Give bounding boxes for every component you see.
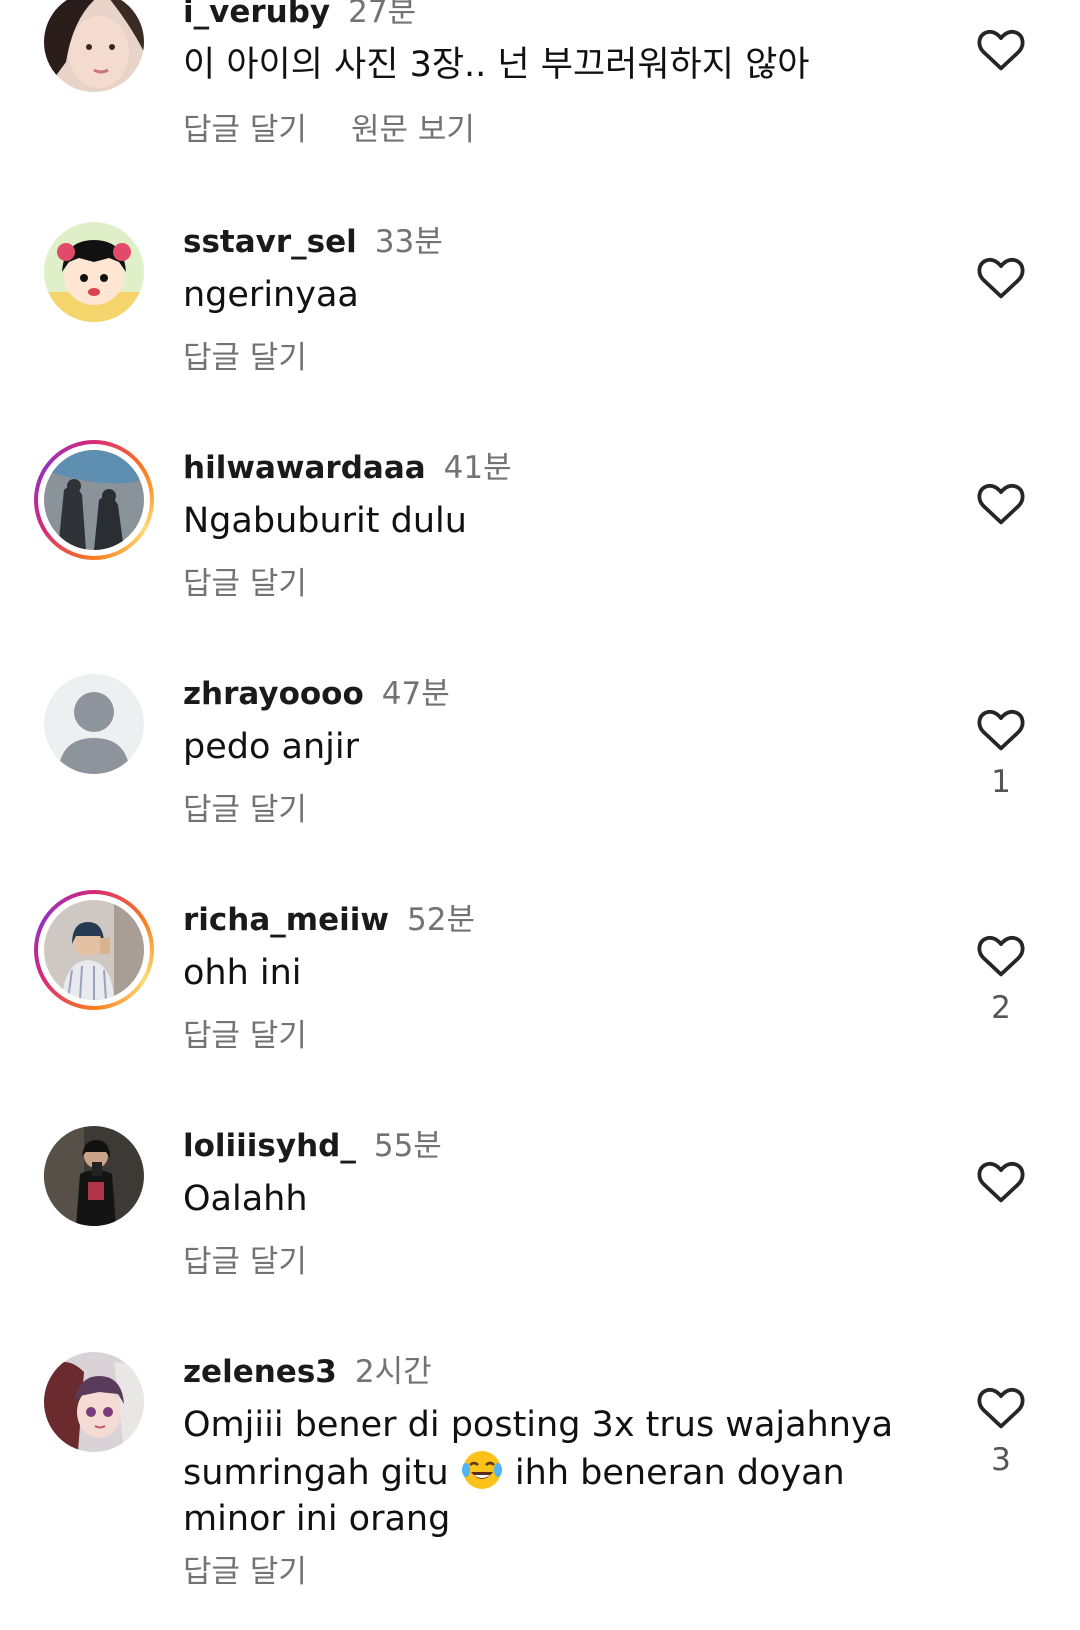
avatar[interactable] <box>44 1352 144 1452</box>
avatar <box>44 900 144 1000</box>
comment-time: 2시간 <box>354 1354 432 1390</box>
comment-text: ohh ini <box>183 953 302 993</box>
avatar <box>44 450 144 550</box>
reply-button[interactable]: 답글 달기 <box>183 1554 307 1590</box>
comment-username[interactable]: richa_meiiw 52분 <box>183 894 475 939</box>
heart-outline-icon[interactable] <box>975 252 1027 304</box>
comment-text: pedo anjir <box>183 727 359 767</box>
comment-username[interactable]: hilwawardaaa 41분 <box>183 442 512 487</box>
comment-username[interactable]: sstavr_sel 33분 <box>183 216 443 261</box>
tears-of-joy-emoji <box>461 1451 502 1489</box>
see-original-button[interactable]: 원문 보기 <box>351 112 475 148</box>
comment-text: ngerinyaa <box>183 275 359 315</box>
heart-outline-icon[interactable] <box>975 1382 1027 1434</box>
like-count: 2 <box>991 990 1011 1026</box>
reply-button[interactable]: 답글 달기 <box>183 792 307 828</box>
comment-time: 27분 <box>348 0 417 30</box>
heart-outline-icon[interactable] <box>975 24 1027 76</box>
like-count: 3 <box>991 1442 1011 1478</box>
comment-text: 이 아이의 사진 3장.. 넌 부끄러워하지 않아 <box>183 45 810 85</box>
comment-text: Omjiii bener di posting 3x trus wajahnya… <box>183 1405 894 1539</box>
avatar[interactable] <box>44 674 144 774</box>
reply-button[interactable]: 답글 달기 <box>183 566 307 602</box>
comment-time: 52분 <box>407 902 475 938</box>
comment-username[interactable]: zelenes3 2시간 <box>183 1346 432 1391</box>
comment-time: 55분 <box>373 1128 442 1164</box>
comment-text: Ngabuburit dulu <box>183 501 467 541</box>
reply-button[interactable]: 답글 달기 <box>183 1018 307 1054</box>
heart-outline-icon[interactable] <box>975 478 1027 530</box>
comment-username[interactable]: loliiisyhd_ 55분 <box>183 1120 442 1165</box>
comment-username[interactable]: i_veruby 27분 <box>183 0 416 31</box>
story-ring[interactable] <box>34 890 154 1010</box>
reply-button[interactable]: 답글 달기 <box>183 112 307 148</box>
comment-time: 33분 <box>374 224 443 260</box>
comment-username[interactable]: zhrayoooo 47분 <box>183 668 450 713</box>
heart-outline-icon[interactable] <box>975 930 1027 982</box>
like-count: 1 <box>991 764 1011 800</box>
avatar[interactable] <box>44 0 144 92</box>
default-avatar-icon <box>44 674 144 774</box>
comment-text: Oalahh <box>183 1179 308 1219</box>
story-ring[interactable] <box>34 440 154 560</box>
comment-time: 41분 <box>443 450 512 486</box>
avatar[interactable] <box>44 222 144 322</box>
heart-outline-icon[interactable] <box>975 704 1027 756</box>
heart-outline-icon[interactable] <box>975 1156 1027 1208</box>
reply-button[interactable]: 답글 달기 <box>183 340 307 376</box>
avatar[interactable] <box>44 1126 144 1226</box>
reply-button[interactable]: 답글 달기 <box>183 1244 307 1280</box>
comment-time: 47분 <box>381 676 450 712</box>
